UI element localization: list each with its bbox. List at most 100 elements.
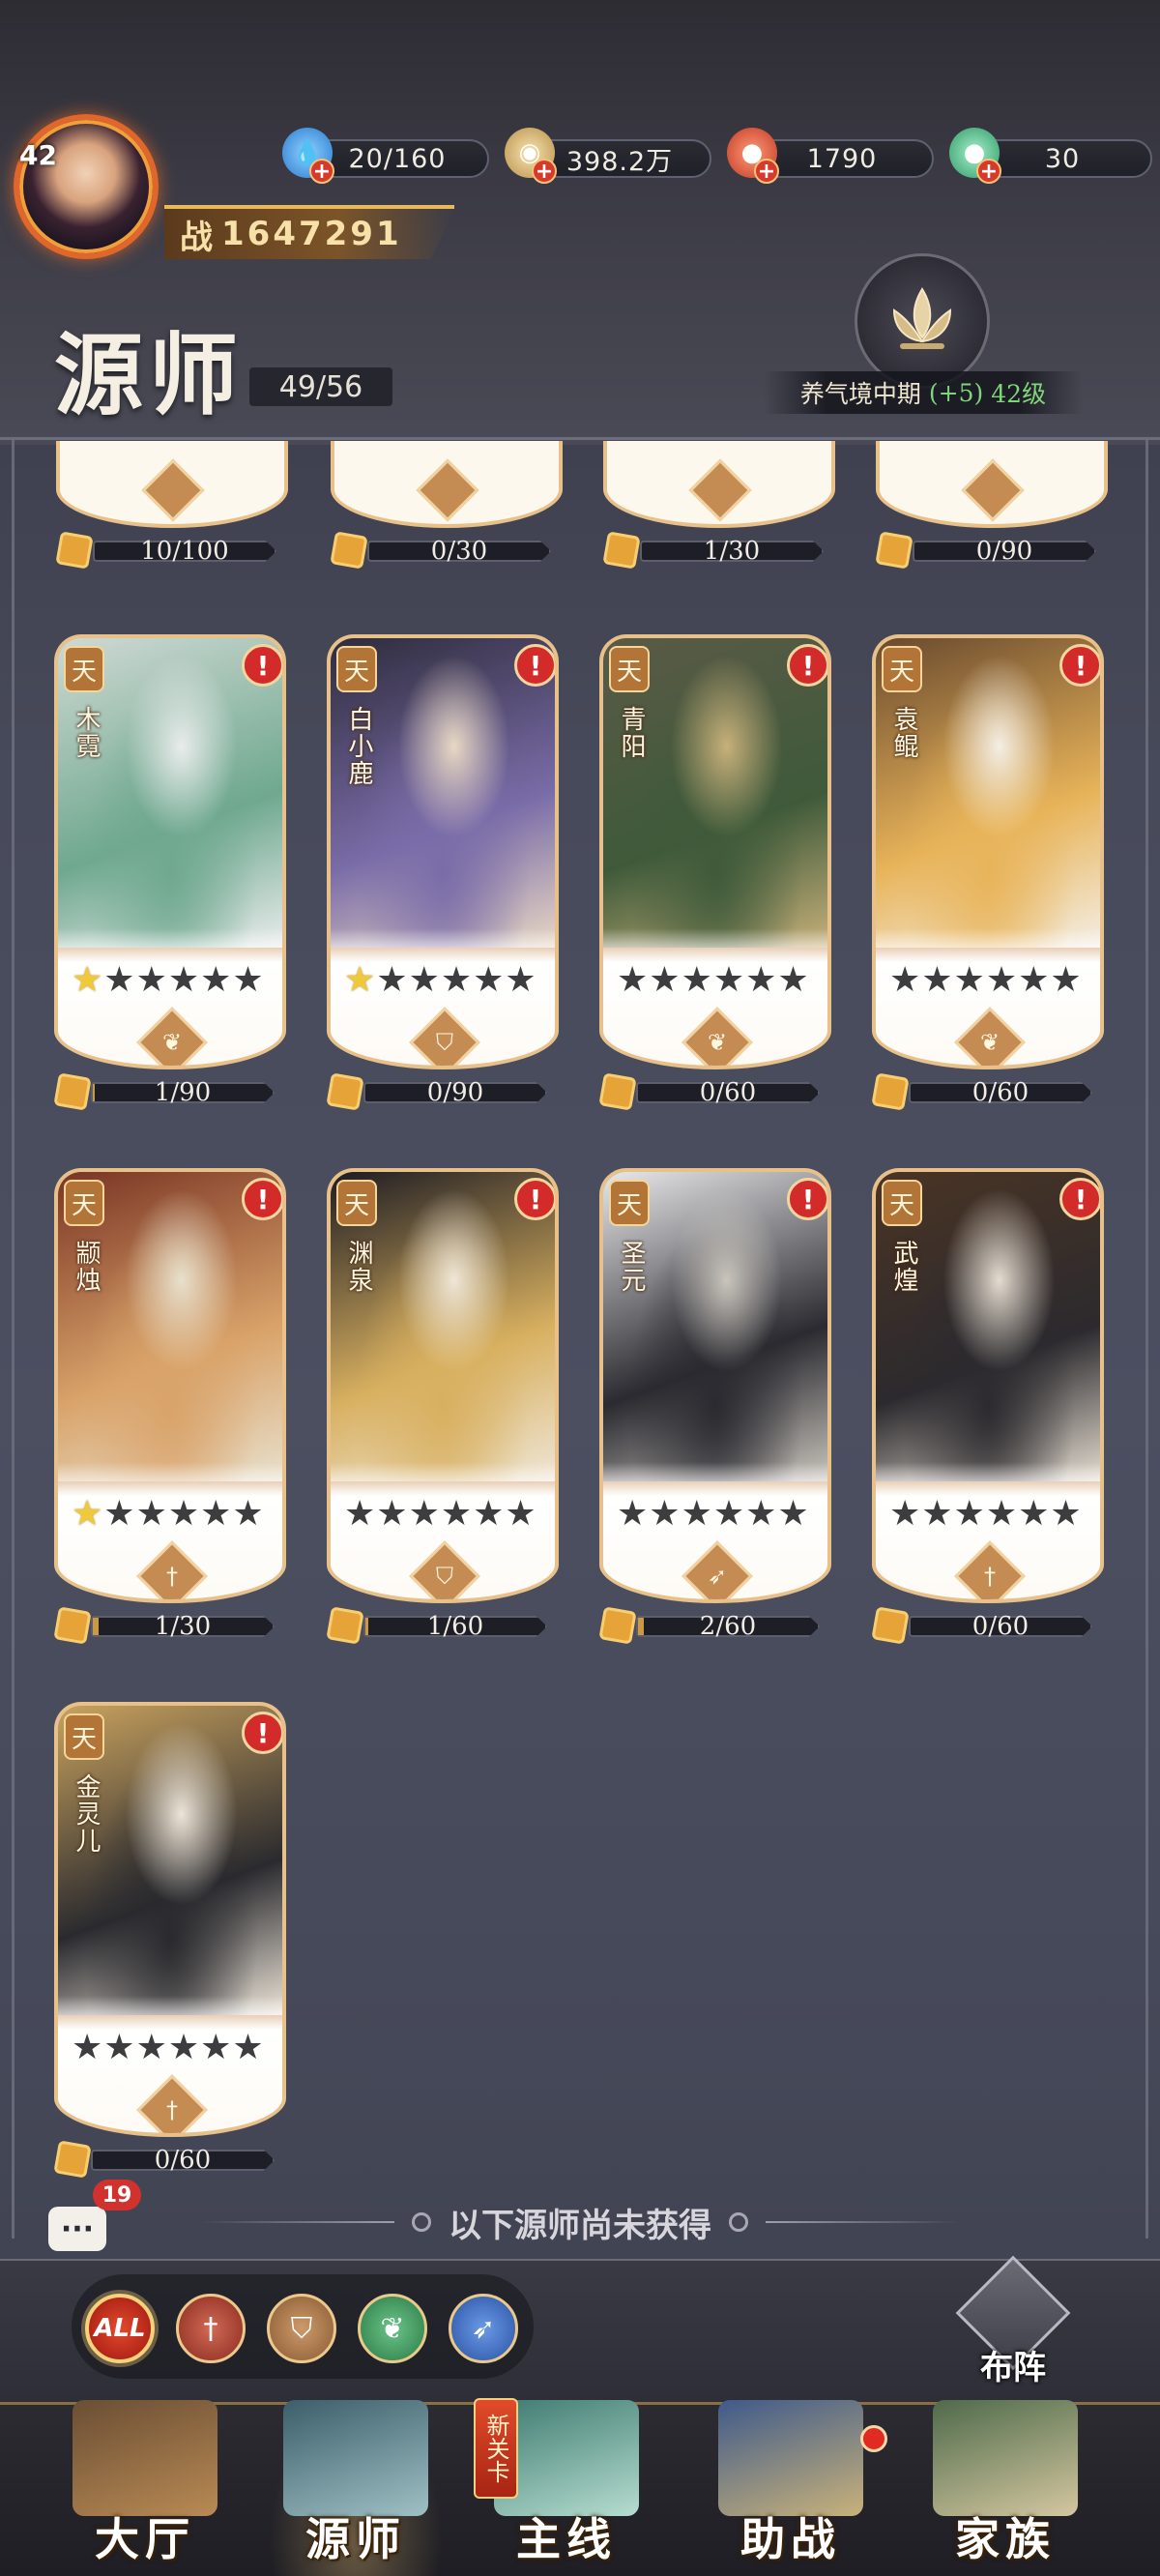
star-icon: ★	[921, 1494, 953, 1534]
fragment-progress: 0/90	[325, 1072, 557, 1112]
fragment-progress: 1/30	[52, 1606, 284, 1646]
fragment-count: 1/30	[154, 1612, 212, 1641]
star-icon: ★	[344, 960, 376, 1000]
star-icon: ★	[440, 960, 473, 1000]
avatar-portrait	[14, 114, 159, 259]
power-divider	[164, 205, 454, 209]
add-red-gem-button[interactable]: +	[754, 159, 779, 184]
hero-card[interactable]: 天木霓! ★ ★ ★ ★ ★ ★ ❦	[54, 634, 286, 1069]
star-icon: ★	[72, 960, 103, 1000]
star-icon: ★	[232, 1494, 264, 1534]
arrow-icon: ➶	[471, 2311, 496, 2346]
fragment-count: 1/90	[154, 1078, 212, 1107]
add-jade-button[interactable]: +	[976, 159, 1001, 184]
grade-badge: 天	[64, 1713, 104, 1760]
star-rating: ★ ★ ★ ★ ★ ★	[889, 963, 1092, 998]
realm-label: 养气境中期 (+5) 42级	[764, 371, 1083, 414]
hero-card[interactable]: 天颛烛! ★ ★ ★ ★ ★ ★ †	[54, 1168, 286, 1603]
add-stamina-button[interactable]: +	[309, 159, 334, 184]
star-icon: ★	[649, 1494, 681, 1534]
puzzle-piece-icon	[871, 1072, 910, 1111]
star-icon: ★	[777, 1494, 809, 1534]
hero-name: 青阳	[617, 706, 646, 760]
divider-dot-left	[412, 2212, 431, 2232]
hero-card-partial[interactable]	[876, 441, 1108, 528]
star-icon: ★	[777, 960, 809, 1000]
hero-card[interactable]: 天金灵儿! ★ ★ ★ ★ ★ ★ †	[54, 1702, 286, 2137]
add-coins-button[interactable]: +	[532, 159, 557, 184]
filter-sword-button[interactable]: †	[176, 2294, 246, 2363]
grade-badge: 天	[609, 1180, 650, 1226]
star-icon: ★	[712, 1494, 745, 1534]
hero-card-partial[interactable]	[56, 441, 288, 528]
star-icon: ★	[889, 1494, 921, 1534]
hero-card[interactable]: 天青阳! ★ ★ ★ ★ ★ ★ ❦	[599, 634, 831, 1069]
star-icon: ★	[889, 960, 921, 1000]
alert-icon: !	[514, 644, 555, 687]
combat-power: 战 1647291	[164, 209, 454, 259]
hall-icon	[72, 2400, 218, 2516]
puzzle-piece-icon	[53, 1606, 92, 1645]
filter-shield-button[interactable]: ⛉	[267, 2294, 336, 2363]
hero-name: 金灵儿	[72, 1773, 101, 1855]
star-icon: ★	[745, 960, 777, 1000]
star-icon: ★	[408, 960, 440, 1000]
puzzle-piece-icon	[875, 531, 914, 570]
realm-emblem[interactable]	[855, 253, 990, 389]
player-avatar[interactable]: 42	[14, 114, 168, 269]
star-rating: ★ ★ ★ ★ ★ ★	[344, 1497, 547, 1532]
star-icon: ★	[505, 1494, 536, 1534]
grade-badge: 天	[336, 646, 377, 692]
realm-level: 42级	[991, 380, 1047, 408]
alert-icon: !	[1059, 1178, 1100, 1220]
alert-icon: !	[514, 1178, 555, 1220]
hero-card-partial[interactable]	[331, 441, 563, 528]
alert-icon: !	[242, 1178, 282, 1220]
star-rating: ★ ★ ★ ★ ★ ★	[344, 963, 547, 998]
filter-arrow-button[interactable]: ➶	[449, 2294, 518, 2363]
fragment-count: 0/30	[430, 537, 488, 566]
leaf-role-icon	[688, 458, 752, 522]
fragment-progress: 0/30	[329, 531, 561, 571]
star-icon: ★	[135, 960, 167, 1000]
hero-card[interactable]: 天白小鹿! ★ ★ ★ ★ ★ ★ ⛉	[327, 634, 559, 1069]
filter-leaf-button[interactable]: ❦	[358, 2294, 427, 2363]
arrow-role-icon	[416, 458, 479, 522]
shield-role-icon	[141, 458, 205, 522]
grade-badge: 天	[609, 646, 650, 692]
fragment-progress: 1/60	[325, 1606, 557, 1646]
hero-card-partial[interactable]	[603, 441, 835, 528]
nav-assist[interactable]: 助战	[684, 2371, 897, 2576]
star-icon: ★	[135, 2028, 167, 2067]
hero-card[interactable]: 天渊泉! ★ ★ ★ ★ ★ ★ ⛉	[327, 1168, 559, 1603]
star-icon: ★	[473, 1494, 505, 1534]
nav-label: 家族	[955, 2513, 1056, 2565]
fragment-count: 10/100	[140, 537, 229, 566]
chat-button[interactable]: ···	[48, 2207, 106, 2251]
masters-icon	[283, 2400, 428, 2516]
star-icon: ★	[681, 960, 712, 1000]
hero-card[interactable]: 天圣元! ★ ★ ★ ★ ★ ★ ➶	[599, 1168, 831, 1603]
fragment-progress: 0/60	[870, 1606, 1102, 1646]
nav-clan[interactable]: 家族	[899, 2371, 1112, 2576]
star-icon: ★	[232, 960, 264, 1000]
clan-icon	[933, 2400, 1078, 2516]
star-icon: ★	[344, 1494, 376, 1534]
page-title: 源师	[54, 323, 245, 427]
puzzle-piece-icon	[598, 1606, 637, 1645]
star-icon: ★	[135, 1494, 167, 1534]
star-icon: ★	[1018, 960, 1050, 1000]
star-icon: ★	[1050, 1494, 1082, 1534]
filter-all-button[interactable]: ALL	[85, 2294, 155, 2363]
alert-icon: !	[1059, 644, 1100, 687]
star-icon: ★	[617, 1494, 649, 1534]
lotus-icon	[892, 287, 952, 349]
hero-card[interactable]: 天武煌! ★ ★ ★ ★ ★ ★ †	[872, 1168, 1104, 1603]
hero-card[interactable]: 天袁鲲! ★ ★ ★ ★ ★ ★ ❦	[872, 634, 1104, 1069]
star-rating: ★ ★ ★ ★ ★ ★	[617, 1497, 820, 1532]
star-icon: ★	[985, 1494, 1018, 1534]
nav-hall[interactable]: 大厅	[39, 2371, 251, 2576]
unobtained-divider: 以下源师尚未获得	[0, 2195, 1160, 2249]
puzzle-piece-icon	[598, 1072, 637, 1111]
nav-masters[interactable]: 源师	[249, 2371, 462, 2576]
